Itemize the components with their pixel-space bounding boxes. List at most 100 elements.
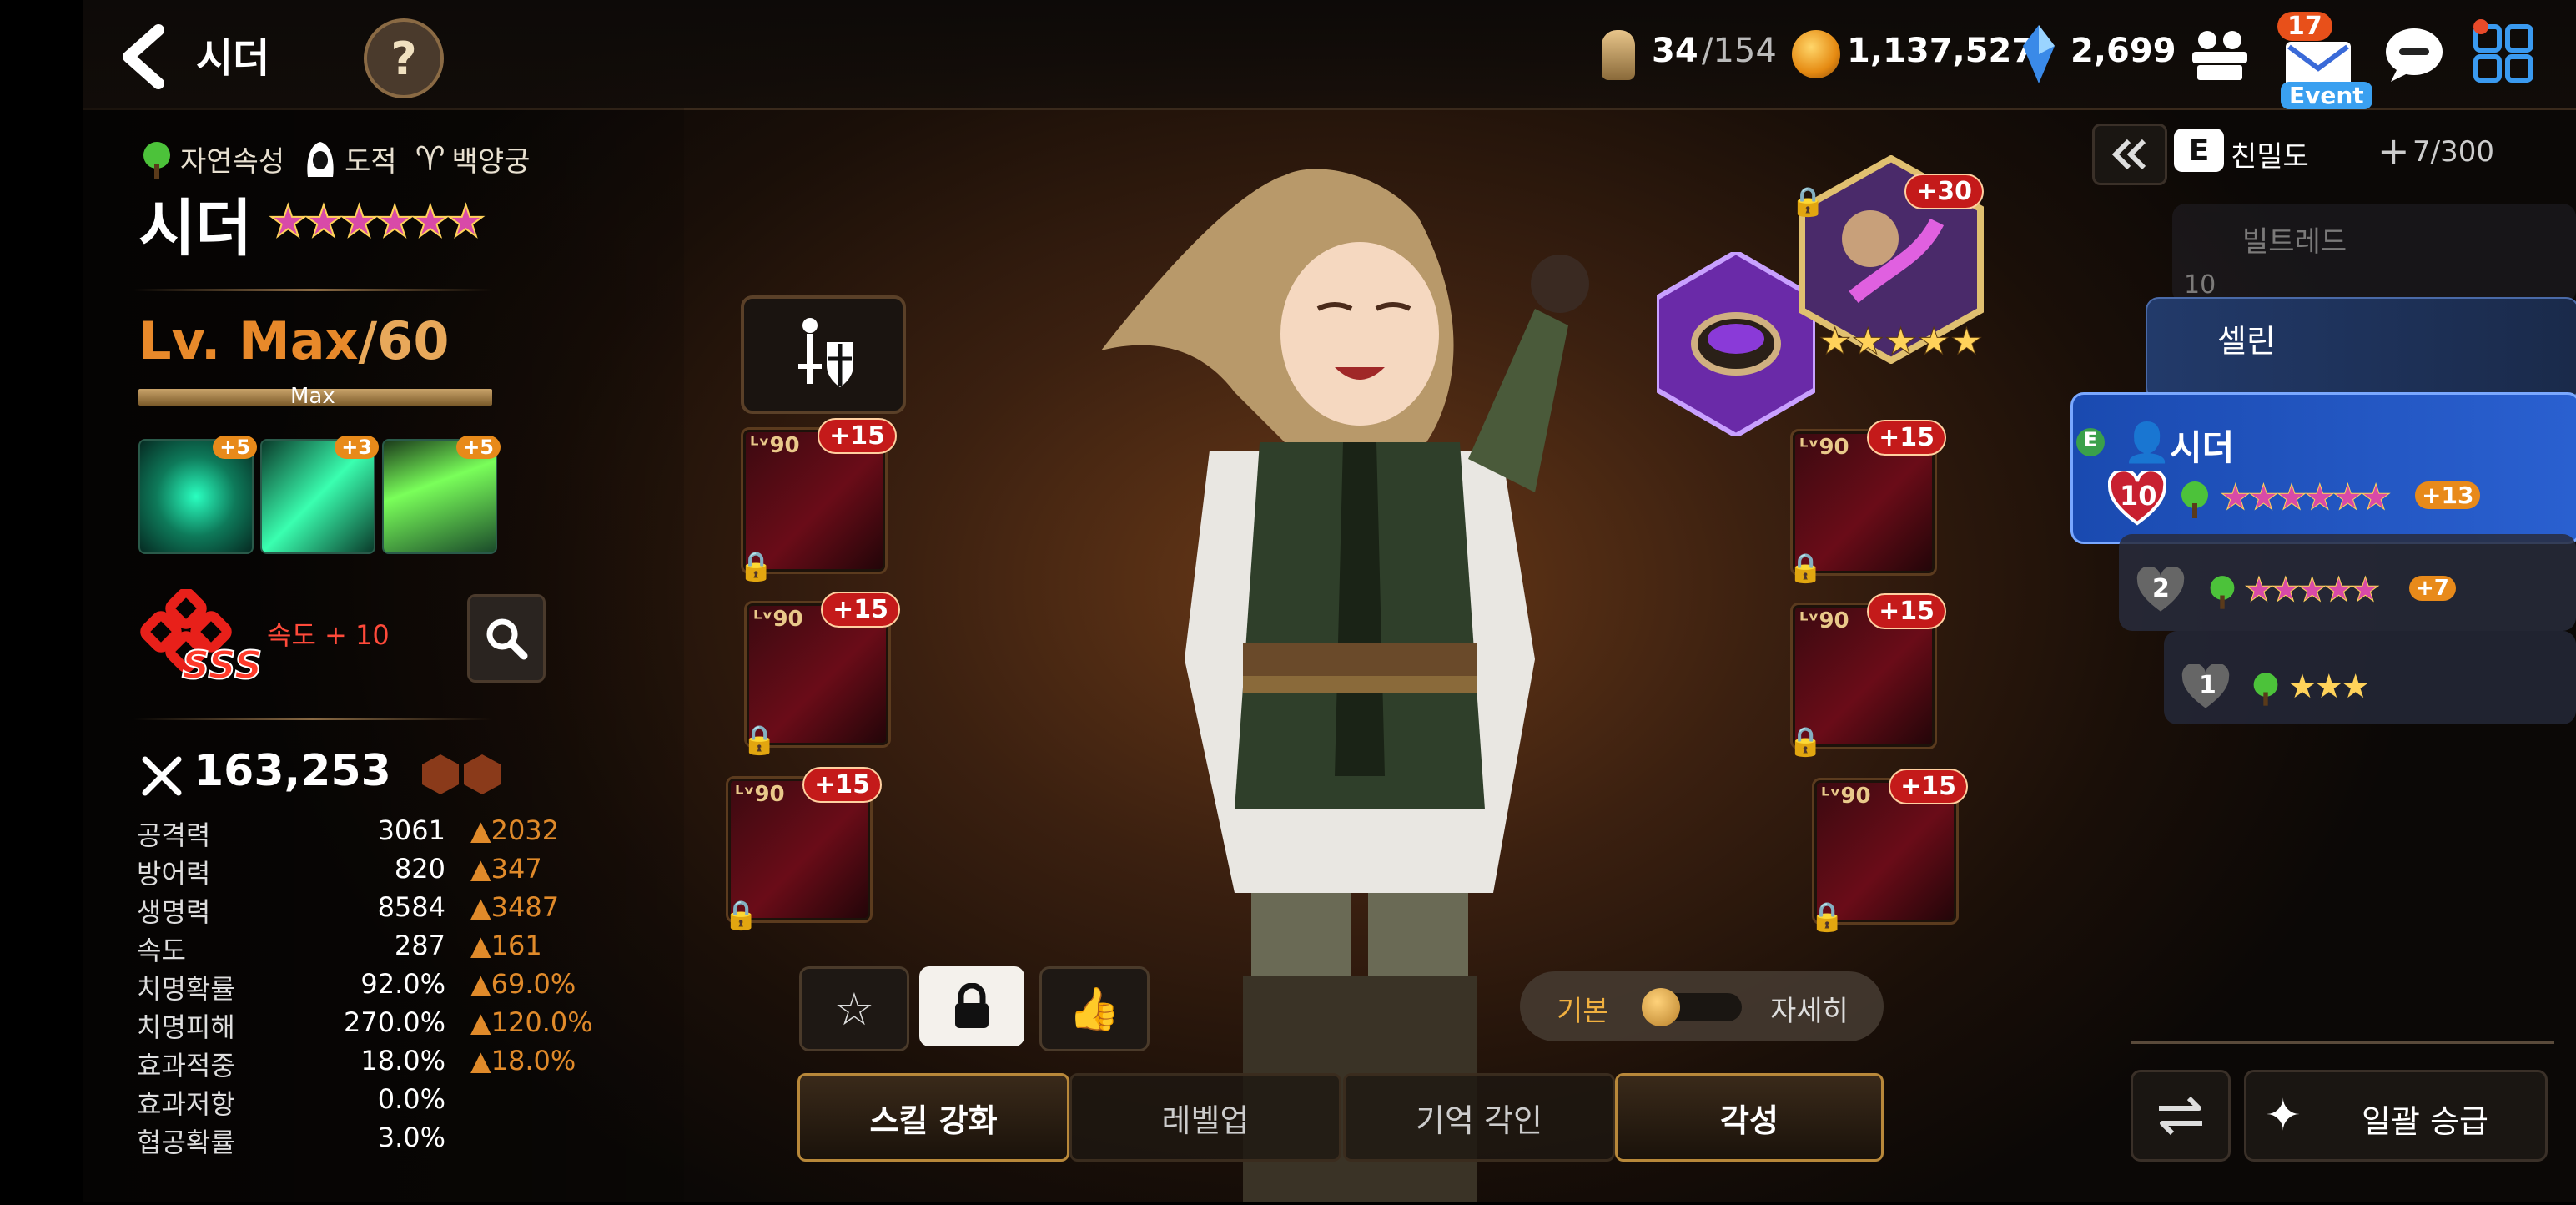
heart-icon: 1 (2181, 663, 2231, 711)
level-bar-text: Max (290, 384, 335, 409)
combat-power: 163,253 (194, 746, 391, 796)
artifact-stars: ★★★★★ (1818, 320, 1984, 364)
chat-icon (2386, 28, 2443, 82)
lock-icon: 🔒 (738, 550, 774, 583)
stat-bonus: ▲120.0% (470, 1006, 593, 1038)
stats-list: 공격력 3061 ▲2032 방어력 820 ▲347 생명력 8584 ▲3487 속도 2… (137, 814, 593, 1160)
hero-tags: 자연속성 도적 ♈ 백양궁 (140, 139, 530, 179)
hero-list-item[interactable]: 셀린 (2146, 297, 2576, 401)
hero-list-item-selected[interactable]: E 👤 시더 10 ★★★★★★ +13 (2070, 392, 2576, 544)
like-button[interactable]: 👍 (1039, 966, 1150, 1051)
favorite-button[interactable]: ☆ (799, 966, 909, 1051)
promote-icon: ✦ (2265, 1091, 2302, 1141)
tree-icon (2251, 671, 2281, 706)
tab-label: 레벨업 (1161, 1102, 1250, 1139)
boots-slot[interactable]: ᴸᵛ90 +15 🔒 (1809, 769, 1968, 934)
hero-list-level: 10 (2184, 270, 2216, 300)
lock-icon: 🔒 (742, 724, 777, 757)
skill-1[interactable]: +5 (138, 436, 257, 554)
aries-icon: ♈ (415, 139, 445, 179)
armor-slot[interactable]: ᴸᵛ90 +15 🔒 (723, 767, 882, 932)
intimacy-icon: E (2174, 129, 2224, 172)
friends-button[interactable] (2186, 23, 2254, 83)
helmet-slot[interactable]: ᴸᵛ90 +15 🔒 (742, 592, 900, 757)
hero-stars: ★★★★★★ (268, 196, 486, 248)
double-chevron-left-icon (2111, 139, 2146, 170)
lock-icon: 🔒 (1790, 185, 1826, 219)
enhance-badge: +15 (821, 592, 900, 628)
tab-label: 스킬 강화 (869, 1102, 998, 1139)
ring-slot[interactable]: ᴸᵛ90 +15 🔒 (1788, 593, 1946, 759)
stat-value: 270.0% (343, 1006, 445, 1038)
collapse-list-button[interactable] (2092, 124, 2167, 185)
plus-icon: + (2377, 129, 2410, 174)
tab-level-up[interactable]: 레벨업 (1069, 1073, 1341, 1162)
hero-list-level: 10 (2120, 480, 2157, 512)
tab-skill-enhance[interactable]: 스킬 강화 (797, 1073, 1069, 1162)
hero-list-name: 시더 (2170, 427, 2235, 468)
lock-button[interactable] (919, 966, 1024, 1046)
stat-bonus: ▲3487 (470, 891, 560, 923)
stat-name: 효과저항 (137, 1088, 235, 1120)
stat-value: 8584 (377, 891, 445, 923)
thumbs-up-icon: 👍 (1068, 984, 1121, 1033)
bulk-promote-button[interactable]: ✦ 일괄 승급 (2244, 1070, 2548, 1162)
necklace-slot[interactable]: ᴸᵛ90 +15 🔒 (1788, 420, 1946, 585)
stamina-max: /154 (1702, 32, 1777, 70)
attribute-label: 자연속성 (180, 145, 285, 179)
hero-list-item[interactable]: 2 ★★★★★ +7 (2119, 534, 2576, 631)
menu-button[interactable] (2471, 18, 2538, 85)
intimacy-label: 친밀도 (2231, 140, 2309, 174)
enhance-badge: +15 (1867, 420, 1946, 456)
toggle-knob (1642, 988, 1680, 1026)
help-button[interactable]: ? (364, 18, 444, 98)
tab-label: 각성 (1720, 1102, 1779, 1139)
stat-value: 3.0% (377, 1122, 445, 1153)
tab-awakening[interactable]: 각성 (1615, 1073, 1884, 1162)
group-icon (2192, 31, 2247, 80)
stat-row: 방어력 820 ▲347 (137, 853, 587, 891)
hero-list-item[interactable]: 1 ★★★ (2164, 631, 2576, 724)
skill-plus-badge: +5 (213, 436, 257, 459)
tree-icon (2207, 574, 2237, 609)
lock-icon (955, 983, 989, 1028)
set-grade: SSS (181, 642, 263, 688)
swap-button[interactable] (2131, 1070, 2231, 1162)
weapon-slot[interactable]: ᴸᵛ90 +15 🔒 (738, 418, 897, 583)
tab-memory-imprint[interactable]: 기억 각인 (1343, 1073, 1615, 1162)
enhance-badge: +15 (1889, 769, 1968, 804)
stat-value: 0.0% (377, 1083, 445, 1115)
hero-list-stars: ★★★★★★ (2220, 476, 2392, 518)
view-toggle[interactable]: 기본 자세히 (1520, 971, 1884, 1041)
hero-list-plus: +13 (2415, 481, 2481, 509)
stat-bonus: ▲347 (470, 853, 542, 885)
hero-portrait (1068, 142, 1652, 1202)
heart-icon: 2 (2136, 566, 2186, 614)
exclusive-equipment-slot[interactable] (1654, 249, 1818, 439)
crossed-swords-icon (140, 754, 184, 798)
hero-list-level: 1 (2199, 671, 2216, 700)
intimacy-count: 7/300 (2412, 135, 2494, 169)
stat-name: 효과적중 (137, 1050, 235, 1081)
stat-row: 공격력 3061 ▲2032 (137, 814, 587, 853)
artifact-slot[interactable]: +30 ★★★★★ 🔒 (1790, 154, 1987, 365)
tab-label: 기억 각인 (1416, 1102, 1542, 1139)
skill-3[interactable]: +5 (382, 436, 501, 554)
skill-2[interactable]: +3 (260, 436, 379, 554)
equipment-filter-button[interactable] (741, 295, 906, 414)
zodiac-label: 백양궁 (451, 145, 531, 179)
chat-button[interactable] (2382, 25, 2446, 83)
lock-icon: 🔒 (723, 899, 759, 932)
magnifier-icon (486, 618, 528, 660)
attack-set-icon (464, 754, 501, 794)
stat-row: 협공확률 3.0% (137, 1122, 587, 1160)
hero-list-item[interactable]: 빌트레드 10 (2172, 204, 2576, 304)
set-effect-icons (422, 754, 501, 794)
inspect-button[interactable] (467, 594, 546, 683)
back-button[interactable] (117, 23, 175, 90)
stat-value: 92.0% (360, 968, 445, 1000)
tree-icon (2178, 480, 2211, 518)
mail-button[interactable]: 17 Event (2272, 12, 2372, 109)
divider (133, 289, 492, 291)
tree-icon (140, 140, 174, 179)
